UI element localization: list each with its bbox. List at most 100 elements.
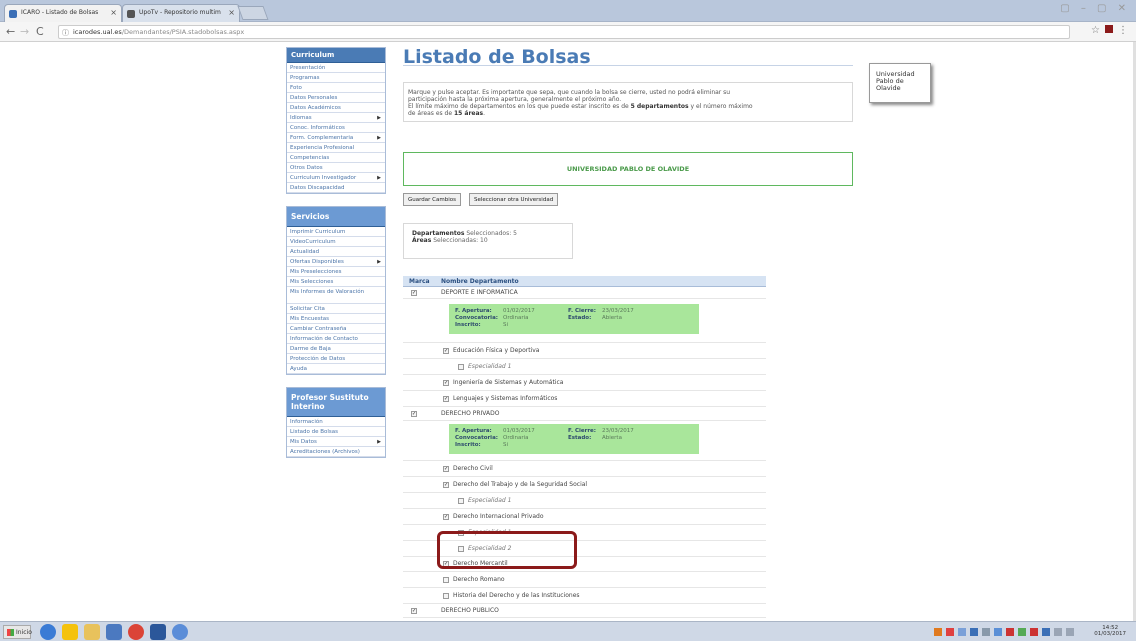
sidebar-item-datos-academicos[interactable]: Datos Académicos <box>287 103 385 113</box>
tray-icon[interactable] <box>1006 628 1014 636</box>
save-button[interactable]: Guardar Cambios <box>403 193 461 206</box>
selection-summary: Departamentos Seleccionados: 5 Áreas Sel… <box>403 223 573 259</box>
favicon-icon <box>127 10 135 18</box>
menu-icon[interactable]: ⋮ <box>1118 25 1128 36</box>
sidebar-item-encuestas[interactable]: Mis Encuestas <box>287 314 385 324</box>
checkbox[interactable] <box>443 593 449 599</box>
tray-icon[interactable] <box>958 628 966 636</box>
close-icon[interactable]: × <box>110 8 117 17</box>
notice-text: de áreas es de <box>408 110 454 117</box>
media-icon[interactable] <box>106 624 122 640</box>
info-line: F. Apertura: 01/03/2017 F. Cierre: 23/03/20… <box>455 428 693 435</box>
checkbox[interactable]: ✓ <box>411 411 417 417</box>
ie-icon[interactable] <box>40 624 56 640</box>
area-row: Especialidad 1 <box>403 359 766 375</box>
extension-icon[interactable] <box>1105 25 1113 33</box>
star-icon[interactable]: ☆ <box>1091 25 1100 36</box>
tray-icon[interactable] <box>982 628 990 636</box>
chrome-icon[interactable] <box>128 624 144 640</box>
sidebar-item-contrasena[interactable]: Cambiar Contraseña <box>287 324 385 334</box>
notice-line: El límite máximo de departamentos en los… <box>408 103 844 110</box>
app-icon[interactable] <box>172 624 188 640</box>
sidebar-item-contacto[interactable]: Información de Contacto <box>287 334 385 344</box>
checkbox[interactable] <box>458 364 464 370</box>
checkbox[interactable]: ✓ <box>411 290 417 296</box>
sidebar-item-presentacion[interactable]: Presentación <box>287 63 385 73</box>
select-university-button[interactable]: Seleccionar otra Universidad <box>469 193 559 206</box>
explorer-icon[interactable] <box>84 624 100 640</box>
sidebar-item-baja[interactable]: Darme de Baja <box>287 344 385 354</box>
sidebar-item-competencias[interactable]: Competencias <box>287 153 385 163</box>
close-icon[interactable]: × <box>228 8 235 17</box>
checkbox[interactable]: ✓ <box>411 608 417 614</box>
word-icon[interactable] <box>150 624 166 640</box>
clock[interactable]: 14:52 01/03/2017 <box>1094 625 1126 637</box>
area-row: Derecho Romano <box>403 572 766 588</box>
volume-icon[interactable] <box>1066 628 1074 636</box>
checkbox[interactable] <box>458 498 464 504</box>
tray-icon[interactable] <box>1054 628 1062 636</box>
tray-icon[interactable] <box>934 628 942 636</box>
new-tab-button[interactable] <box>237 6 269 20</box>
sidebar-item-datos-personales[interactable]: Datos Personales <box>287 93 385 103</box>
area-row: ✓ Derecho Internacional Privado <box>403 509 766 525</box>
notice-bold: 5 departamentos <box>630 103 689 110</box>
area-count-value: Seleccionadas: 10 <box>431 237 488 244</box>
sidebar-item-imprimir[interactable]: Imprimir Curriculum <box>287 227 385 237</box>
sidebar-item-idiomas[interactable]: Idiomas <box>287 113 385 123</box>
sidebar-item-informacion[interactable]: Información <box>287 417 385 427</box>
forward-icon[interactable]: → <box>20 25 29 38</box>
url-input[interactable]: ⓘ icarodes.ual.es/Demandantes/PSIA.stado… <box>58 25 1070 39</box>
sidebar-item-cita[interactable]: Solicitar Cita <box>287 304 385 314</box>
sidebar-item-ofertas[interactable]: Ofertas Disponibles <box>287 257 385 267</box>
sidebar-item-foto[interactable]: Foto <box>287 83 385 93</box>
reload-icon[interactable]: C <box>36 25 44 38</box>
sidebar-item-conoc-informaticos[interactable]: Conoc. Informáticos <box>287 123 385 133</box>
checkbox[interactable]: ✓ <box>443 514 449 520</box>
folder-icon[interactable] <box>62 624 78 640</box>
tray-icon[interactable] <box>946 628 954 636</box>
sidebar-item-mis-datos[interactable]: Mis Datos <box>287 437 385 447</box>
sidebar-item-programas[interactable]: Programas <box>287 73 385 83</box>
checkbox[interactable]: ✓ <box>443 380 449 386</box>
sidebar-item-ayuda[interactable]: Ayuda <box>287 364 385 374</box>
notice-text: El límite máximo de departamentos en los… <box>408 103 631 110</box>
tray-icon[interactable] <box>1042 628 1050 636</box>
servicios-heading: Servicios <box>287 207 385 227</box>
tab-icaro[interactable]: ICARO - Listado de Bolsas × <box>4 4 122 22</box>
checkbox[interactable]: ✓ <box>443 482 449 488</box>
back-icon[interactable]: ← <box>6 25 15 38</box>
info-label: Inscrito: <box>455 322 481 328</box>
sidebar-item-preselecciones[interactable]: Mis Preselecciones <box>287 267 385 277</box>
sidebar-item-form-complementaria[interactable]: Form. Complementaria <box>287 133 385 143</box>
sidebar-item-curriculum-investigador[interactable]: Curriculum Investigador <box>287 173 385 183</box>
start-button[interactable]: Inicio <box>3 625 32 639</box>
checkbox[interactable]: ✓ <box>443 396 449 402</box>
sidebar-item-otros-datos[interactable]: Otros Datos <box>287 163 385 173</box>
area-name: Ingeniería de Sistemas y Automática <box>453 379 564 386</box>
sidebar-item-actualidad[interactable]: Actualidad <box>287 247 385 257</box>
sidebar-item-proteccion[interactable]: Protección de Datos <box>287 354 385 364</box>
sidebar-item-informes[interactable]: Mis Informes de Valoración <box>287 287 385 304</box>
info-value: Abierta <box>602 315 622 321</box>
sidebar-item-acreditaciones[interactable]: Acreditaciones (Archivos) <box>287 447 385 457</box>
sidebar-item-listado-bolsas[interactable]: Listado de Bolsas <box>287 427 385 437</box>
area-row: ✓ Derecho Civil <box>403 461 766 477</box>
sidebar-item-selecciones[interactable]: Mis Selecciones <box>287 277 385 287</box>
page-title: Listado de Bolsas <box>403 42 853 68</box>
checkbox[interactable] <box>443 577 449 583</box>
area-name: Especialidad 1 <box>468 363 512 370</box>
tray-icon[interactable] <box>1018 628 1026 636</box>
checkbox[interactable]: ✓ <box>443 466 449 472</box>
tray-icon[interactable] <box>1030 628 1038 636</box>
area-row: ✓ Educación Física y Deportiva <box>403 343 766 359</box>
sidebar-item-videocurriculum[interactable]: VideoCurriculum <box>287 237 385 247</box>
tray-icon[interactable] <box>970 628 978 636</box>
tab-upotv[interactable]: UpoTv - Repositorio multim × <box>122 4 240 22</box>
checkbox[interactable]: ✓ <box>443 348 449 354</box>
tray-icon[interactable] <box>994 628 1002 636</box>
sidebar-item-experiencia[interactable]: Experiencia Profesional <box>287 143 385 153</box>
sidebar-item-discapacidad[interactable]: Datos Discapacidad <box>287 183 385 193</box>
info-value: Ordinaria <box>503 315 529 321</box>
window-controls[interactable]: ▢ – ▢ ✕ <box>1060 3 1130 14</box>
